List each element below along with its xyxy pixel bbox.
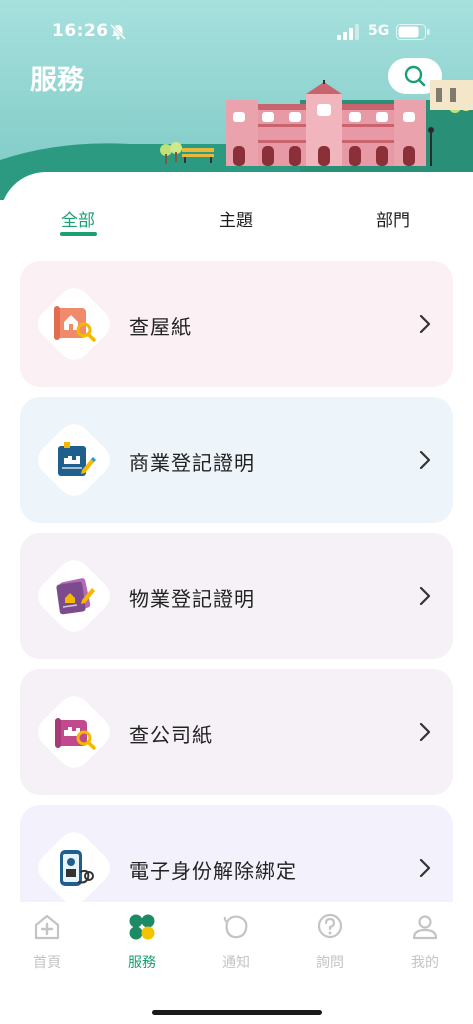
service-card-business-registration[interactable]: 商業登記證明 — [20, 397, 453, 523]
signal-icon — [337, 24, 359, 40]
nav-notifications[interactable]: 通知 — [206, 912, 266, 972]
nav-profile[interactable]: 我的 — [395, 912, 455, 972]
tab-active-indicator — [60, 232, 97, 236]
chevron-right-icon — [419, 314, 431, 334]
nav-label: 服務 — [128, 955, 156, 971]
service-card-company-search[interactable]: 查公司紙 — [20, 669, 453, 795]
notification-icon — [223, 915, 248, 939]
bell-off-icon — [109, 23, 127, 41]
service-card-property-search[interactable]: 查屋紙 — [20, 261, 453, 387]
status-time: 16:26 — [52, 21, 109, 41]
nav-label: 首頁 — [33, 955, 61, 971]
battery-icon — [396, 24, 430, 40]
chevron-right-icon — [419, 450, 431, 470]
header: 16:26 5G 服務 — [0, 0, 473, 200]
tab-departments[interactable]: 部門 — [376, 206, 410, 231]
service-label: 電子身份解除綁定 — [129, 859, 297, 883]
service-label: 物業登記證明 — [129, 587, 255, 611]
nav-home[interactable]: 首頁 — [17, 912, 77, 972]
chevron-right-icon — [419, 586, 431, 606]
service-icon-wrap — [31, 825, 117, 911]
status-bar: 16:26 5G — [0, 0, 473, 64]
company-document-search-icon — [55, 718, 96, 750]
services-icon — [129, 914, 155, 940]
house-document-search-icon — [54, 306, 96, 342]
network-type: 5G — [368, 23, 390, 39]
nav-inquiry[interactable]: 詢問 — [300, 912, 360, 972]
tab-all[interactable]: 全部 — [61, 206, 95, 231]
nav-label: 我的 — [411, 955, 439, 971]
tab-bar: 全部 主題 部門 — [0, 172, 473, 242]
chevron-right-icon — [419, 858, 431, 878]
nav-label: 通知 — [222, 955, 250, 971]
business-registration-icon — [58, 442, 97, 476]
help-icon — [317, 913, 343, 939]
service-icon-wrap — [31, 417, 117, 503]
profile-icon — [412, 915, 438, 940]
bottom-nav: 首頁 服務 通知 詢問 我的 — [0, 902, 473, 1024]
eid-unbind-icon — [60, 850, 94, 886]
home-indicator[interactable] — [152, 1010, 322, 1015]
chevron-right-icon — [419, 722, 431, 742]
nav-label: 詢問 — [316, 955, 344, 971]
service-label: 查屋紙 — [129, 315, 192, 339]
tab-topics[interactable]: 主題 — [219, 206, 253, 231]
service-label: 查公司紙 — [129, 723, 213, 747]
content-sheet: 全部 主題 部門 查屋紙 商業登記證明 物業登記證明 查公司紙 電子身份解除綁定 — [0, 172, 473, 931]
nav-services[interactable]: 服務 — [112, 912, 172, 972]
service-icon-wrap — [31, 553, 117, 639]
property-registration-icon — [56, 578, 95, 615]
service-icon-wrap — [31, 281, 117, 367]
service-label: 商業登記證明 — [129, 451, 255, 475]
service-card-property-registration[interactable]: 物業登記證明 — [20, 533, 453, 659]
service-icon-wrap — [31, 689, 117, 775]
home-icon — [34, 914, 60, 940]
